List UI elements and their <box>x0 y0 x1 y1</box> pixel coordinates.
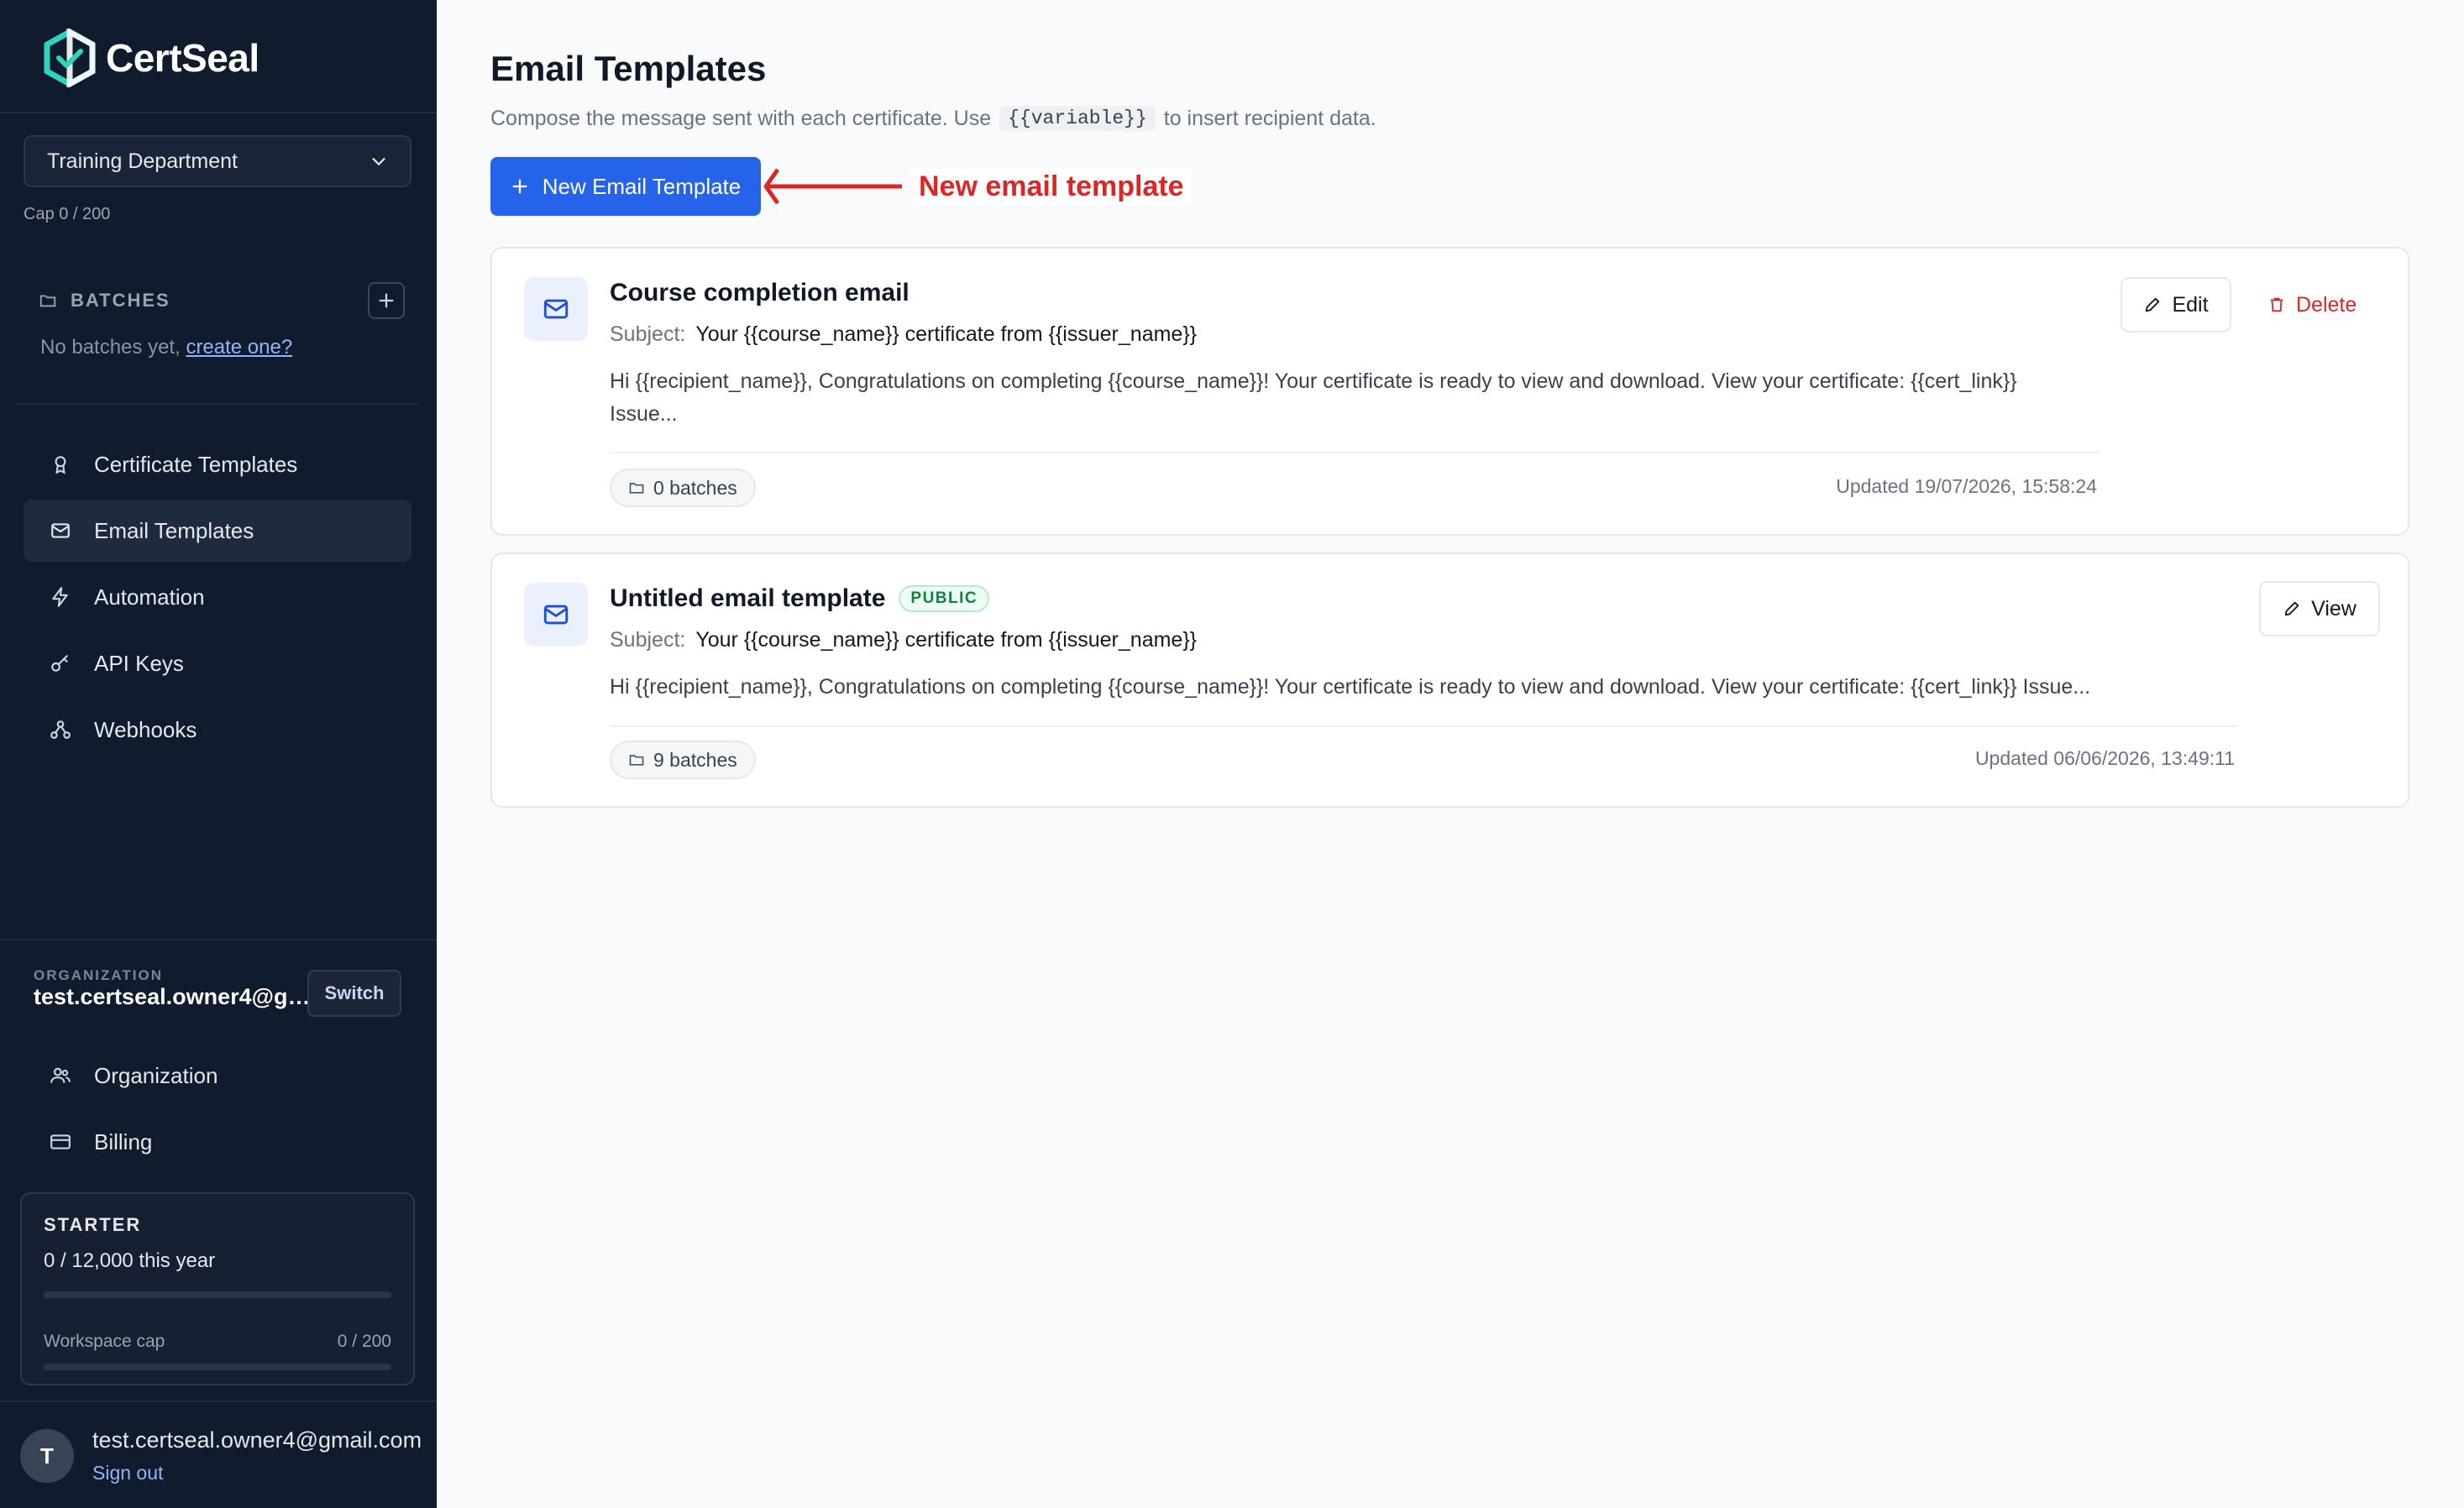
lightning-icon <box>49 585 72 609</box>
nav-label: Email Templates <box>94 517 254 543</box>
template-subject: Subject: Your {{course_name}} certificate… <box>610 322 1198 346</box>
plus-icon <box>379 293 394 308</box>
users-icon <box>49 1064 72 1087</box>
mail-icon <box>524 583 588 647</box>
workspace-cap: Cap 0 / 200 <box>24 205 111 223</box>
workspace-select-value: Training Department <box>47 149 238 173</box>
nav-label: Organization <box>94 1062 218 1088</box>
workspace-cap-label: Workspace cap <box>44 1332 165 1351</box>
no-batches-text: No batches yet, create one? <box>40 336 293 359</box>
user-email: test.certseal.owner4@gmail.com <box>92 1427 422 1453</box>
chevron-down-icon <box>372 158 385 166</box>
plus-icon <box>512 179 527 194</box>
nav-label: API Keys <box>94 650 184 676</box>
create-batch-link[interactable]: create one? <box>186 336 292 359</box>
batches-count-badge: 9 batches <box>610 741 756 779</box>
nav-item-organization[interactable]: Organization <box>24 1045 412 1107</box>
email-template-card[interactable]: Untitled email template PUBLIC Subject: Y… <box>490 552 2409 808</box>
organization-name: test.certseal.owner4@gmail.com <box>34 984 311 1009</box>
new-email-template-button[interactable]: New Email Template <box>490 157 761 216</box>
template-title: Untitled email template PUBLIC <box>610 584 2323 613</box>
batches-heading: BATCHES <box>71 290 170 311</box>
workspace-cap-row: Workspace cap 0 / 200 <box>44 1332 391 1352</box>
sidebar-divider <box>0 939 437 940</box>
nav-item-email-templates[interactable]: Email Templates <box>24 500 412 562</box>
email-template-card[interactable]: Course completion email Subject: Your {{c… <box>490 247 2409 536</box>
nav-item-api-keys[interactable]: API Keys <box>24 632 412 694</box>
folder-icon <box>629 755 644 766</box>
sign-out-link[interactable]: Sign out <box>92 1462 422 1484</box>
public-badge: PUBLIC <box>899 585 990 612</box>
logo[interactable]: CertSeal <box>40 29 260 87</box>
credit-card-icon <box>49 1130 72 1154</box>
sidebar: CertSeal Training Department Cap 0 / 200… <box>0 0 437 1508</box>
nav-label: Webhooks <box>94 716 197 742</box>
plan-usage: 0 / 12,000 this year <box>44 1249 216 1272</box>
workspace-cap-bar <box>44 1364 391 1370</box>
folder-icon <box>629 483 644 494</box>
nav-item-billing[interactable]: Billing <box>24 1111 412 1173</box>
org-nav: Organization Billing <box>24 1045 412 1177</box>
folder-icon <box>39 295 56 307</box>
sidebar-divider <box>17 403 418 405</box>
user-profile: T test.certseal.owner4@gmail.com Sign ou… <box>20 1427 422 1484</box>
delete-button[interactable]: Delete <box>2267 277 2357 332</box>
nav-item-certificate-templates[interactable]: Certificate Templates <box>24 433 412 495</box>
page-title: Email Templates <box>490 49 767 88</box>
pencil-icon <box>2284 601 2299 616</box>
annotation-callout: New email template <box>761 160 1191 213</box>
template-preview: Hi {{recipient_name}}, Congratulations o… <box>610 675 2091 699</box>
workspace-select[interactable]: Training Department <box>24 135 412 187</box>
switch-organization-button[interactable]: Switch <box>307 970 401 1017</box>
workspace-cap-value: 0 / 200 <box>337 1332 391 1351</box>
key-icon <box>49 652 72 675</box>
nav-label: Billing <box>94 1128 153 1155</box>
batches-count-badge: 0 batches <box>610 469 756 507</box>
nav-item-automation[interactable]: Automation <box>24 566 412 628</box>
nav-item-webhooks[interactable]: Webhooks <box>24 699 412 761</box>
plan-usage-bar <box>44 1291 391 1298</box>
logo-text: CertSeal <box>106 36 260 80</box>
certseal-logo-icon <box>44 29 96 87</box>
template-preview: Hi {{recipient_name}}, Congratulations o… <box>610 369 2017 426</box>
annotation-label: New email template <box>912 168 1191 205</box>
template-subject: Subject: Your {{course_name}} certificate… <box>610 628 1198 652</box>
sidebar-divider <box>0 112 437 113</box>
trash-icon <box>2270 297 2283 312</box>
plan-card: STARTER 0 / 12,000 this year Workspace c… <box>20 1192 415 1385</box>
award-icon <box>49 453 72 476</box>
variable-code: {{variable}} <box>999 106 1156 131</box>
edit-button[interactable]: Edit <box>2121 277 2231 332</box>
page-subtitle: Compose the message sent with each certi… <box>490 106 1376 131</box>
organization-label: ORGANIZATION <box>34 967 164 983</box>
template-title: Course completion email <box>610 279 910 306</box>
add-batch-button[interactable] <box>368 282 405 319</box>
card-divider <box>610 725 2237 727</box>
avatar[interactable]: T <box>20 1429 74 1483</box>
pencil-icon <box>2146 297 2160 312</box>
arrow-icon <box>763 168 902 205</box>
view-button[interactable]: View <box>2259 581 2380 636</box>
nav-label: Automation <box>94 584 205 610</box>
batches-header: BATCHES <box>39 282 405 319</box>
card-divider <box>610 452 2100 453</box>
mail-icon <box>524 277 588 341</box>
mail-icon <box>49 519 72 542</box>
updated-timestamp: Updated 19/07/2026, 15:58:24 <box>1836 475 2097 497</box>
main-nav: Certificate Templates Email Templates Au… <box>24 433 412 765</box>
updated-timestamp: Updated 06/06/2026, 13:49:11 <box>1974 747 2235 769</box>
sidebar-divider <box>0 1401 437 1402</box>
plan-name: STARTER <box>44 1214 142 1235</box>
nav-label: Certificate Templates <box>94 451 298 477</box>
webhook-icon <box>49 718 72 741</box>
